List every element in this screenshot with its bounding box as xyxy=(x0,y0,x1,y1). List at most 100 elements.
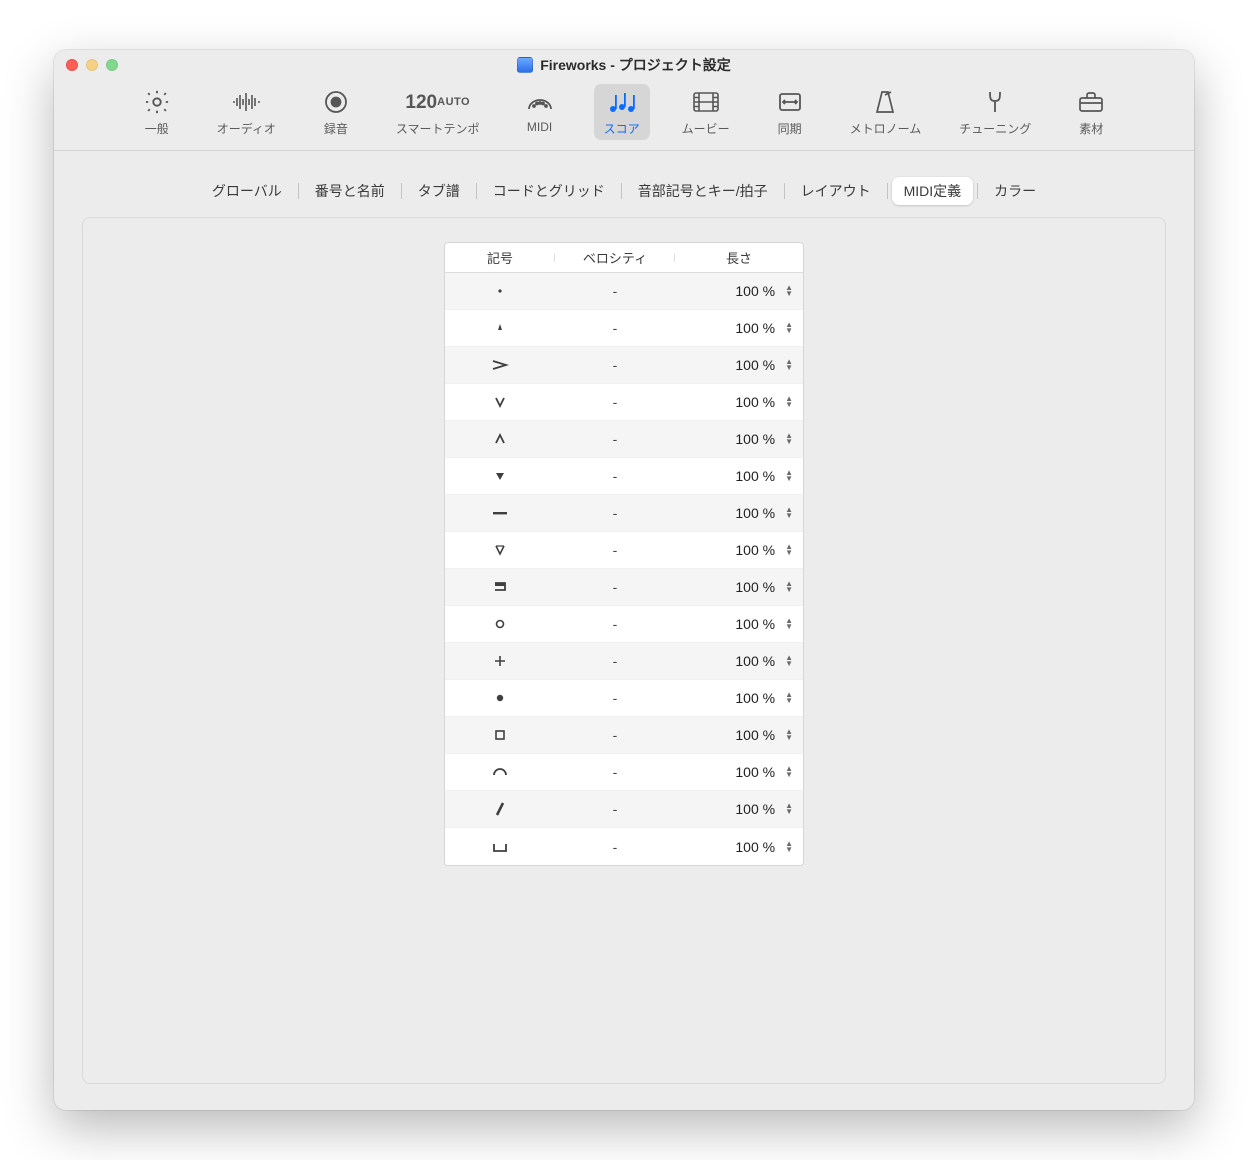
velocity-cell[interactable]: - xyxy=(555,542,675,558)
length-cell[interactable]: 100 %▲▼ xyxy=(675,579,803,595)
length-cell[interactable]: 100 %▲▼ xyxy=(675,542,803,558)
length-stepper[interactable]: ▲▼ xyxy=(785,841,793,853)
close-button[interactable] xyxy=(66,59,78,71)
tab-midi[interactable]: MIDI xyxy=(512,84,568,140)
length-cell[interactable]: 100 %▲▼ xyxy=(675,727,803,743)
length-cell[interactable]: 100 %▲▼ xyxy=(675,616,803,632)
tab-score-label: スコア xyxy=(604,120,640,137)
table-row[interactable]: -100 %▲▼ xyxy=(445,347,803,384)
table-row[interactable]: -100 %▲▼ xyxy=(445,310,803,347)
length-cell[interactable]: 100 %▲▼ xyxy=(675,653,803,669)
velocity-cell[interactable]: - xyxy=(555,468,675,484)
tab-assets[interactable]: 素材 xyxy=(1063,84,1119,140)
symbol-cell xyxy=(445,617,555,631)
tab-record-label: 録音 xyxy=(324,120,348,137)
col-length[interactable]: 長さ xyxy=(675,248,803,267)
length-stepper[interactable]: ▲▼ xyxy=(785,322,793,334)
length-cell[interactable]: 100 %▲▼ xyxy=(675,764,803,780)
length-stepper[interactable]: ▲▼ xyxy=(785,470,793,482)
subtab-numbers-names[interactable]: 番号と名前 xyxy=(303,177,397,205)
table-row[interactable]: -100 %▲▼ xyxy=(445,495,803,532)
table-body: -100 %▲▼-100 %▲▼-100 %▲▼-100 %▲▼-100 %▲▼… xyxy=(445,273,803,865)
symbol-cell xyxy=(445,506,555,520)
subtab-midi-definition[interactable]: MIDI定義 xyxy=(892,177,974,205)
minimize-button[interactable] xyxy=(86,59,98,71)
table-row[interactable]: -100 %▲▼ xyxy=(445,828,803,865)
tab-score[interactable]: スコア xyxy=(594,84,650,140)
tab-record[interactable]: 録音 xyxy=(308,84,364,140)
table-row[interactable]: -100 %▲▼ xyxy=(445,421,803,458)
velocity-cell[interactable]: - xyxy=(555,690,675,706)
length-cell[interactable]: 100 %▲▼ xyxy=(675,320,803,336)
length-stepper[interactable]: ▲▼ xyxy=(785,803,793,815)
velocity-cell[interactable]: - xyxy=(555,801,675,817)
length-cell[interactable]: 100 %▲▼ xyxy=(675,505,803,521)
velocity-cell[interactable]: - xyxy=(555,357,675,373)
table-row[interactable]: -100 %▲▼ xyxy=(445,680,803,717)
velocity-cell[interactable]: - xyxy=(555,616,675,632)
length-cell[interactable]: 100 %▲▼ xyxy=(675,283,803,299)
table-row[interactable]: -100 %▲▼ xyxy=(445,532,803,569)
length-stepper[interactable]: ▲▼ xyxy=(785,507,793,519)
midi-icon xyxy=(523,87,557,117)
table-row[interactable]: -100 %▲▼ xyxy=(445,754,803,791)
length-stepper[interactable]: ▲▼ xyxy=(785,766,793,778)
tab-sync[interactable]: 同期 xyxy=(762,84,818,140)
length-cell[interactable]: 100 %▲▼ xyxy=(675,801,803,817)
length-cell[interactable]: 100 %▲▼ xyxy=(675,468,803,484)
tab-general[interactable]: 一般 xyxy=(129,84,185,140)
length-stepper[interactable]: ▲▼ xyxy=(785,433,793,445)
velocity-cell[interactable]: - xyxy=(555,505,675,521)
length-stepper[interactable]: ▲▼ xyxy=(785,285,793,297)
velocity-cell[interactable]: - xyxy=(555,320,675,336)
zoom-button[interactable] xyxy=(106,59,118,71)
gear-icon xyxy=(140,87,174,117)
length-cell[interactable]: 100 %▲▼ xyxy=(675,357,803,373)
velocity-cell[interactable]: - xyxy=(555,727,675,743)
table-row[interactable]: -100 %▲▼ xyxy=(445,569,803,606)
tab-movie[interactable]: ムービー xyxy=(676,84,736,140)
length-stepper[interactable]: ▲▼ xyxy=(785,729,793,741)
length-stepper[interactable]: ▲▼ xyxy=(785,655,793,667)
velocity-cell[interactable]: - xyxy=(555,431,675,447)
score-subtabs: グローバル 番号と名前 タブ譜 コードとグリッド 音部記号とキー/拍子 レイアウ… xyxy=(82,177,1166,205)
velocity-cell[interactable]: - xyxy=(555,764,675,780)
col-symbol[interactable]: 記号 xyxy=(445,248,555,267)
velocity-cell[interactable]: - xyxy=(555,839,675,855)
velocity-cell[interactable]: - xyxy=(555,394,675,410)
length-cell[interactable]: 100 %▲▼ xyxy=(675,394,803,410)
table-row[interactable]: -100 %▲▼ xyxy=(445,606,803,643)
strong-accent-up-icon xyxy=(493,432,507,446)
table-row[interactable]: -100 %▲▼ xyxy=(445,273,803,310)
table-row[interactable]: -100 %▲▼ xyxy=(445,717,803,754)
subtab-layout[interactable]: レイアウト xyxy=(789,177,883,205)
subtab-color[interactable]: カラー xyxy=(982,177,1048,205)
table-row[interactable]: -100 %▲▼ xyxy=(445,791,803,828)
length-cell[interactable]: 100 %▲▼ xyxy=(675,839,803,855)
col-velocity[interactable]: ベロシティ xyxy=(555,248,675,267)
table-row[interactable]: -100 %▲▼ xyxy=(445,643,803,680)
length-cell[interactable]: 100 %▲▼ xyxy=(675,431,803,447)
length-stepper[interactable]: ▲▼ xyxy=(785,396,793,408)
velocity-cell[interactable]: - xyxy=(555,579,675,595)
length-stepper[interactable]: ▲▼ xyxy=(785,618,793,630)
subtab-chords-grids[interactable]: コードとグリッド xyxy=(481,177,617,205)
length-stepper[interactable]: ▲▼ xyxy=(785,359,793,371)
fermata-arc-icon xyxy=(491,765,509,779)
subtab-clefs-keys-time[interactable]: 音部記号とキー/拍子 xyxy=(626,177,780,205)
titlebar: Fireworks - プロジェクト設定 xyxy=(54,50,1194,80)
tab-smart-tempo[interactable]: 120 AUTO スマートテンポ xyxy=(390,84,486,140)
length-stepper[interactable]: ▲▼ xyxy=(785,692,793,704)
velocity-cell[interactable]: - xyxy=(555,653,675,669)
tab-audio[interactable]: オーディオ xyxy=(211,84,282,140)
tab-metronome[interactable]: メトロノーム xyxy=(844,84,928,140)
length-cell[interactable]: 100 %▲▼ xyxy=(675,690,803,706)
subtab-global[interactable]: グローバル xyxy=(200,177,294,205)
tab-tuning[interactable]: チューニング xyxy=(953,84,1037,140)
table-row[interactable]: -100 %▲▼ xyxy=(445,384,803,421)
subtab-tablature[interactable]: タブ譜 xyxy=(406,177,472,205)
length-stepper[interactable]: ▲▼ xyxy=(785,581,793,593)
length-stepper[interactable]: ▲▼ xyxy=(785,544,793,556)
table-row[interactable]: -100 %▲▼ xyxy=(445,458,803,495)
velocity-cell[interactable]: - xyxy=(555,283,675,299)
